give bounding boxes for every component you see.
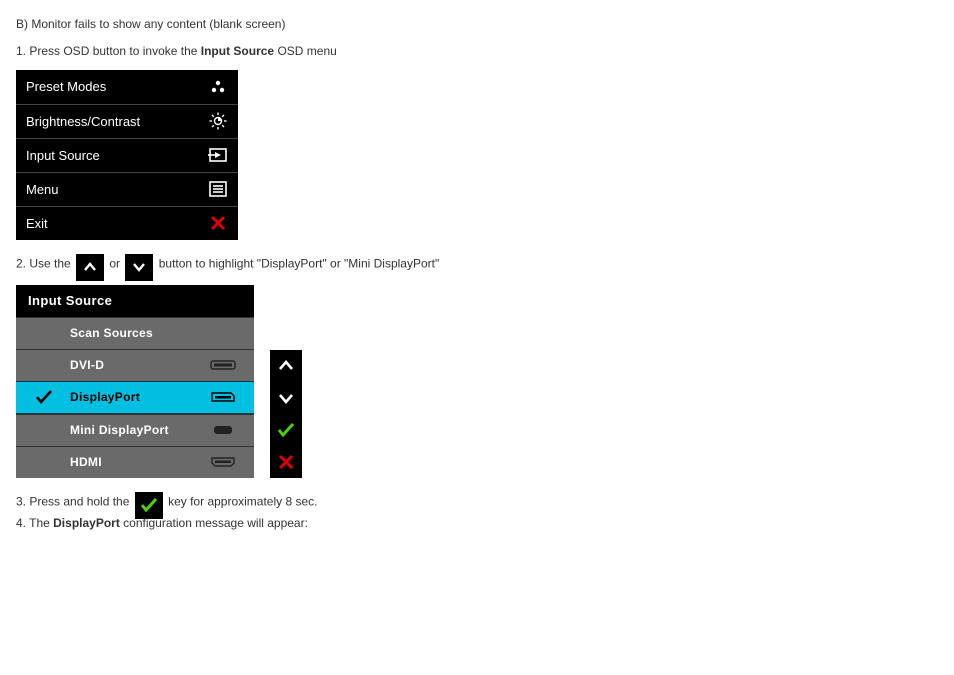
osd-row-dvi-d[interactable]: DVI-D — [16, 349, 254, 381]
osd-row-displayport[interactable]: DisplayPort — [16, 381, 254, 414]
check-icon — [36, 390, 52, 404]
input-icon — [208, 145, 228, 165]
step-3-text: 3. Press and hold the key for approximat… — [16, 492, 938, 513]
down-arrow-icon[interactable] — [125, 254, 153, 281]
osd-row-label: HDMI — [34, 455, 208, 469]
text: 4. The — [16, 516, 53, 530]
mini-dp-port-icon — [208, 424, 238, 436]
osd-item-exit[interactable]: Exit — [16, 206, 238, 240]
osd-item-preset-modes[interactable]: Preset Modes — [16, 70, 238, 104]
menu-icon — [208, 179, 228, 199]
bold-text: DisplayPort — [53, 516, 120, 530]
text: 1. Press OSD button to invoke the — [16, 44, 201, 58]
side-close-button[interactable] — [270, 446, 302, 478]
side-up-button[interactable] — [270, 350, 302, 382]
dvi-port-icon — [208, 359, 238, 371]
up-arrow-icon[interactable] — [76, 254, 104, 281]
brightness-icon — [208, 111, 228, 131]
osd-item-menu[interactable]: Menu — [16, 172, 238, 206]
osd-item-input-source[interactable]: Input Source — [16, 138, 238, 172]
text: or — [109, 256, 123, 270]
side-ok-button[interactable] — [270, 414, 302, 446]
hdmi-port-icon — [208, 456, 238, 468]
text: 2. Use the — [16, 256, 74, 270]
osd-menu-main: Preset Modes Brightness/Contrast — [16, 70, 238, 240]
osd-input-source-menu: Input Source Scan Sources DVI-D Di — [16, 285, 254, 478]
section-heading: B) Monitor fails to show any content (bl… — [16, 16, 938, 33]
side-down-button[interactable] — [270, 382, 302, 414]
osd-item-label: Input Source — [26, 148, 100, 163]
dots-icon — [208, 77, 228, 97]
displayport-port-icon — [208, 391, 238, 403]
osd-row-mini-displayport[interactable]: Mini DisplayPort — [16, 414, 254, 446]
osd-row-scan-sources[interactable]: Scan Sources — [16, 317, 254, 349]
osd-input-source-header: Input Source — [16, 285, 254, 317]
osd-side-buttons — [270, 350, 302, 478]
bold-text: Input Source — [201, 44, 274, 58]
step-1-text: 1. Press OSD button to invoke the Input … — [16, 43, 938, 60]
osd-row-hdmi[interactable]: HDMI — [16, 446, 254, 478]
osd-item-label: Menu — [26, 182, 59, 197]
osd-row-label: Scan Sources — [34, 326, 208, 340]
text: button to highlight "DisplayPort" or "Mi… — [159, 256, 440, 270]
step-4-text: 4. The DisplayPort configuration message… — [16, 515, 938, 532]
text: 3. Press and hold the — [16, 494, 133, 508]
osd-item-label: Brightness/Contrast — [26, 114, 140, 129]
osd-row-label: DisplayPort — [34, 390, 208, 404]
text: key for approximately 8 sec. — [168, 494, 317, 508]
text: OSD menu — [274, 44, 337, 58]
osd-item-label: Exit — [26, 216, 48, 231]
osd-row-label: Mini DisplayPort — [34, 423, 208, 437]
text: configuration message will appear: — [120, 516, 308, 530]
close-icon — [208, 213, 228, 233]
osd-item-label: Preset Modes — [26, 79, 106, 94]
step-2-text: 2. Use the or button to highlight "Displ… — [16, 254, 938, 275]
osd-item-brightness[interactable]: Brightness/Contrast — [16, 104, 238, 138]
osd-row-label: DVI-D — [34, 358, 208, 372]
